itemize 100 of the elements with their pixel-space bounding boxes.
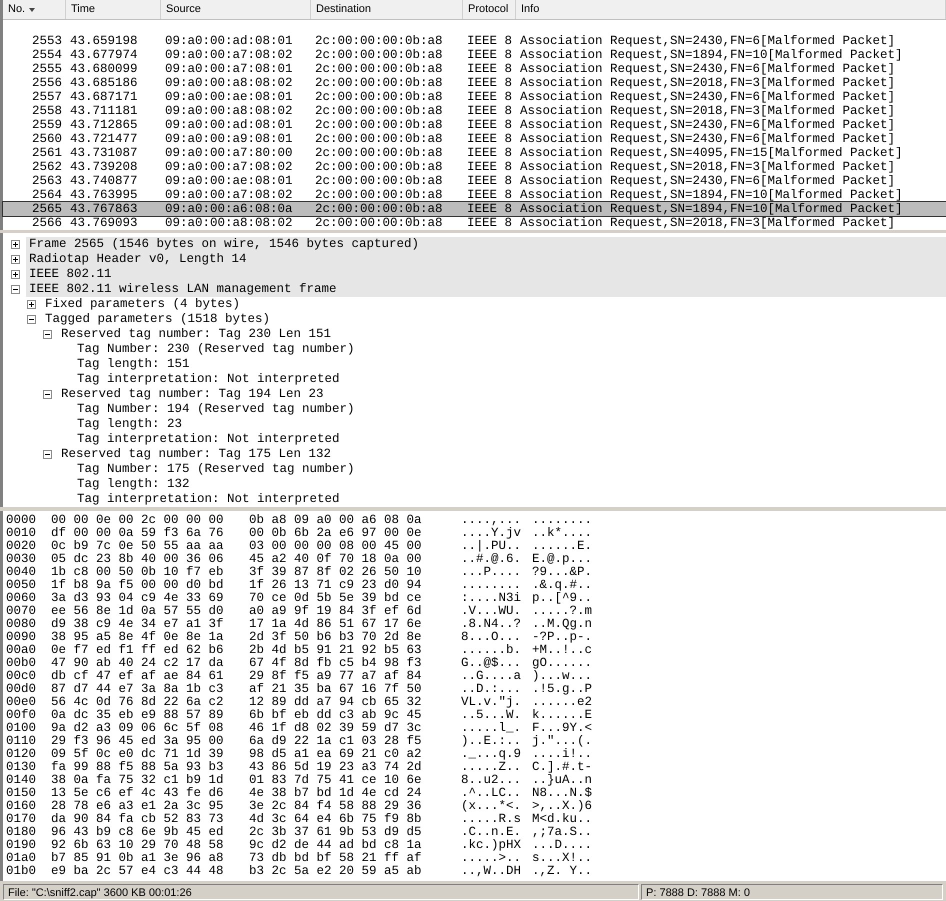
tree-item[interactable]: Tag Number: 175 (Reserved tag number) bbox=[74, 462, 363, 477]
tree-item[interactable]: Reserved tag number: Tag 175 Len 132 bbox=[58, 447, 340, 462]
packet-cell-text: IEEE 8 bbox=[466, 202, 514, 216]
ascii-bytes: ......E. bbox=[532, 540, 592, 553]
packet-cell-text: 2c:00:00:00:0b:a8 bbox=[314, 48, 444, 62]
expand-icon[interactable] bbox=[11, 270, 20, 279]
column-header[interactable]: Time bbox=[66, 0, 161, 19]
tree-item[interactable]: IEEE 802.11 bbox=[26, 267, 946, 282]
packet-cell-text: 43.740877 bbox=[69, 174, 139, 188]
packet-row[interactable]: 2561 43.731087 09:a0:00:a7:80:00 2c:00:00:00:0b:a8 IEEE 8 Association Request,SN=4095,FN=15[Malformed Packet] bbox=[3, 146, 946, 160]
ascii-bytes: .,Z. Y.. bbox=[532, 865, 592, 878]
packet-row[interactable]: 2564 43.763995 09:a0:00:a7:08:02 2c:00:00:00:0b:a8 IEEE 8 Association Request,SN=1894,FN=10[Malformed Packet] bbox=[3, 188, 946, 202]
packet-row[interactable]: 2558 43.711181 09:a0:00:a8:08:02 2c:00:00:00:0b:a8 IEEE 8 Association Request,SN=2018,FN=3[Malformed Packet] bbox=[3, 104, 946, 118]
packet-row[interactable]: 2554 43.677974 09:a0:00:a7:08:02 2c:00:00:00:0b:a8 IEEE 8 Association Request,SN=1894,FN=10[Malformed Packet] bbox=[3, 48, 946, 62]
hex-bytes: 9c d2 de 44 ad bd c8 1a bbox=[249, 839, 423, 852]
tree-item[interactable]: Tagged parameters (1518 bytes) bbox=[42, 312, 278, 327]
packet-row[interactable]: 2565 43.767863 09:a0:00:a6:08:0a 2c:00:00:00:0b:a8 IEEE 8 Association Request,SN=1894,FN=10[Malformed Packet] bbox=[3, 202, 946, 216]
collapse-icon[interactable] bbox=[43, 390, 52, 399]
collapse-icon[interactable] bbox=[43, 450, 52, 459]
packet-cell-text: 43.687171 bbox=[69, 90, 139, 104]
packet-row[interactable]: 2566 43.769093 09:a0:00:a8:08:02 2c:00:00:00:0b:a8 IEEE 8 Association Request,SN=2018,FN=3[Malformed Packet] bbox=[3, 216, 946, 230]
tree-item[interactable]: Tag interpretation: Not interpreted bbox=[74, 372, 348, 387]
tree-item[interactable]: Reserved tag number: Tag 230 Len 151 bbox=[58, 327, 340, 342]
expand-icon[interactable] bbox=[11, 255, 20, 264]
ascii-bytes: p..[^9.. bbox=[532, 592, 592, 605]
packet-row[interactable]: 2555 43.680099 09:a0:00:a7:08:01 2c:00:00:00:0b:a8 IEEE 8 Association Request,SN=2430,FN=6[Malformed Packet] bbox=[3, 62, 946, 76]
hex-bytes: db cf 47 ef af ae 84 61 bbox=[51, 670, 225, 683]
hex-bytes: 46 1f d8 02 39 59 d7 3c bbox=[249, 722, 423, 735]
tree-item[interactable]: Reserved tag number: Tag 194 Len 23 bbox=[58, 387, 332, 402]
tree-item[interactable]: Tag length: 151 bbox=[74, 357, 198, 372]
ascii-bytes: ,;7a.S.. bbox=[532, 826, 592, 839]
tree-item[interactable]: IEEE 802.11 wireless LAN management frame bbox=[26, 282, 946, 297]
tree-item[interactable]: Tag interpretation: Not interpreted bbox=[74, 492, 348, 507]
hex-bytes: 2b 4d b5 91 21 92 b5 63 bbox=[249, 644, 423, 657]
hex-bytes: af 21 35 ba 67 16 7f 50 bbox=[249, 683, 423, 696]
collapse-icon[interactable] bbox=[27, 315, 36, 324]
packet-cell-text: Association Request,SN=2430,FN=6[Malformed Packet] bbox=[519, 132, 896, 146]
ascii-bytes: C.].#.t- bbox=[532, 761, 592, 774]
hex-bytes: df 00 00 0a 59 f3 6a 76 bbox=[51, 527, 225, 540]
tree-item[interactable]: Frame 2565 (1546 bytes on wire, 1546 bytes captured) bbox=[26, 237, 946, 252]
packet-cell-text: IEEE 8 bbox=[466, 34, 514, 48]
packet-cell-text: IEEE 8 bbox=[466, 188, 514, 202]
hex-bytes: a0 a9 9f 19 84 3f ef 6d bbox=[249, 605, 423, 618]
column-header[interactable]: Info bbox=[516, 0, 946, 19]
packet-row[interactable]: 2553 43.659198 09:a0:00:ad:08:01 2c:00:00:00:0b:a8 IEEE 8 Association Request,SN=2430,FN=6[Malformed Packet] bbox=[3, 34, 946, 48]
packet-cell-text: IEEE 8 bbox=[466, 160, 514, 174]
tree-item[interactable]: Fixed parameters (4 bytes) bbox=[42, 297, 248, 312]
ascii-bytes: ..k*.... bbox=[532, 527, 592, 540]
expand-icon[interactable] bbox=[11, 240, 20, 249]
packet-cell-text: 09:a0:00:a8:08:02 bbox=[164, 76, 294, 90]
packet-cell-text: Association Request,SN=2018,FN=3[Malformed Packet] bbox=[519, 216, 896, 230]
column-header[interactable]: Source bbox=[161, 0, 311, 19]
packet-cell-text: 09:a0:00:a9:08:01 bbox=[164, 132, 294, 146]
byte-offset: 00b0 bbox=[5, 657, 38, 670]
byte-offset: 0050 bbox=[5, 579, 38, 592]
hex-bytes: 38 95 a5 8e 4f 0e 8e 1a bbox=[51, 631, 225, 644]
tree-item[interactable]: Tag Number: 194 (Reserved tag number) bbox=[74, 402, 363, 417]
packet-cell-text: IEEE 8 bbox=[466, 76, 514, 90]
hex-bytes: 0e f7 ed f1 ff ed 62 b6 bbox=[51, 644, 225, 657]
hex-bytes: 00 00 0e 00 2c 00 00 00 bbox=[51, 514, 225, 527]
hex-bytes: 67 4f 8d fb c5 b4 98 f3 bbox=[249, 657, 423, 670]
hex-bytes: 3a d3 93 04 c9 4e 33 69 bbox=[51, 592, 225, 605]
tree-item[interactable]: Tag interpretation: Not interpreted bbox=[74, 432, 348, 447]
tree-item[interactable]: Tag Number: 230 (Reserved tag number) bbox=[74, 342, 363, 357]
byte-offset: 0020 bbox=[5, 540, 38, 553]
packet-cell-text: 43.731087 bbox=[69, 146, 139, 160]
packet-cell-text: IEEE 8 bbox=[466, 216, 514, 230]
byte-offset: 0110 bbox=[5, 735, 38, 748]
packet-cell-text: IEEE 8 bbox=[466, 48, 514, 62]
tree-item[interactable]: Tag length: 132 bbox=[74, 477, 198, 492]
packet-row[interactable]: 2563 43.740877 09:a0:00:ae:08:01 2c:00:00:00:0b:a8 IEEE 8 Association Request,SN=2430,FN=6[Malformed Packet] bbox=[3, 174, 946, 188]
tree-item[interactable]: Radiotap Header v0, Length 14 bbox=[26, 252, 946, 267]
packet-row[interactable]: 2557 43.687171 09:a0:00:ae:08:01 2c:00:00:00:0b:a8 IEEE 8 Association Request,SN=2430,FN=6[Malformed Packet] bbox=[3, 90, 946, 104]
packet-cell-text: 2c:00:00:00:0b:a8 bbox=[314, 62, 444, 76]
ascii-bytes: ..}uA..n bbox=[532, 774, 592, 787]
ascii-bytes: :....N3i bbox=[461, 592, 522, 605]
ascii-bytes: )...w... bbox=[532, 670, 592, 683]
packet-cell-text: Association Request,SN=1894,FN=10[Malformed Packet] bbox=[519, 48, 904, 62]
ascii-bytes: 8..u2... bbox=[461, 774, 522, 787]
ascii-bytes: (x...*<. bbox=[461, 800, 522, 813]
packet-cell-text: Association Request,SN=2018,FN=3[Malformed Packet] bbox=[519, 104, 896, 118]
packet-cell-text: 2562 bbox=[30, 160, 63, 174]
packet-row[interactable]: 2559 43.712865 09:a0:00:ad:08:01 2c:00:00:00:0b:a8 IEEE 8 Association Request,SN=2430,FN=6[Malformed Packet] bbox=[3, 118, 946, 132]
ascii-bytes: N8...N.$ bbox=[532, 787, 592, 800]
packet-cell-text: IEEE 8 bbox=[466, 90, 514, 104]
packet-row[interactable]: 2562 43.739208 09:a0:00:a7:08:02 2c:00:00:00:0b:a8 IEEE 8 Association Request,SN=2018,FN=3[Malformed Packet] bbox=[3, 160, 946, 174]
collapse-icon[interactable] bbox=[11, 285, 20, 294]
ascii-bytes: .....>.. bbox=[461, 852, 522, 865]
packet-row[interactable]: 2556 43.685186 09:a0:00:a8:08:02 2c:00:00:00:0b:a8 IEEE 8 Association Request,SN=2018,FN=3[Malformed Packet] bbox=[3, 76, 946, 90]
column-header[interactable]: No. bbox=[3, 0, 66, 19]
packet-cell-text: 09:a0:00:a7:08:01 bbox=[164, 62, 294, 76]
packet-cell-text: 09:a0:00:ad:08:01 bbox=[164, 118, 294, 132]
packet-cell-text: 43.712865 bbox=[69, 118, 139, 132]
column-header[interactable]: Protocol bbox=[463, 0, 516, 19]
column-header[interactable]: Destination bbox=[311, 0, 463, 19]
collapse-icon[interactable] bbox=[43, 330, 52, 339]
byte-offset: 00c0 bbox=[5, 670, 38, 683]
expand-icon[interactable] bbox=[27, 300, 36, 309]
tree-item[interactable]: Tag length: 23 bbox=[74, 417, 190, 432]
packet-row[interactable]: 2560 43.721477 09:a0:00:a9:08:01 2c:00:00:00:0b:a8 IEEE 8 Association Request,SN=2430,FN=6[Malformed Packet] bbox=[3, 132, 946, 146]
